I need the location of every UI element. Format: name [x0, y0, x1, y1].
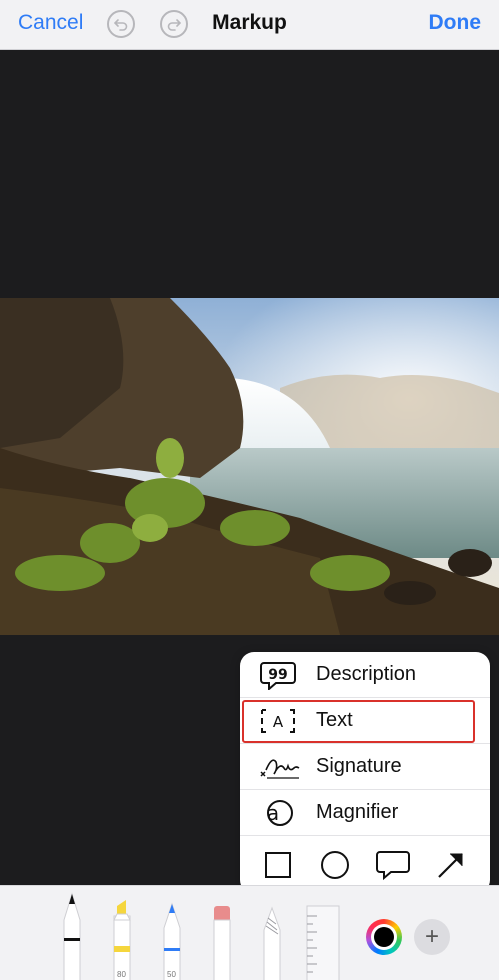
- magnifier-icon: a: [260, 798, 296, 828]
- done-button[interactable]: Done: [429, 11, 482, 35]
- menu-item-signature[interactable]: Signature: [240, 744, 490, 790]
- nav-bar: Cancel Markup Done: [0, 0, 499, 50]
- menu-item-label: Magnifier: [316, 801, 399, 823]
- pen-icon[interactable]: [58, 886, 86, 980]
- arrow-icon[interactable]: [435, 849, 467, 881]
- menu-item-magnifier[interactable]: a Magnifier: [240, 790, 490, 836]
- quote-bubble-icon: 99: [260, 660, 296, 692]
- circle-icon[interactable]: [319, 849, 351, 881]
- add-markup-button[interactable]: +: [414, 919, 450, 955]
- svg-text:a: a: [267, 801, 279, 825]
- pencil-width-label: 50: [167, 970, 176, 979]
- eraser-icon[interactable]: [208, 886, 236, 980]
- waterfall-landscape-photo[interactable]: [0, 298, 499, 635]
- plus-icon: +: [424, 923, 439, 950]
- ruler-icon[interactable]: [305, 886, 341, 980]
- selected-color-swatch: [374, 927, 394, 947]
- lasso-icon[interactable]: [258, 886, 286, 980]
- square-icon[interactable]: [262, 849, 294, 881]
- svg-text:99: 99: [268, 667, 287, 683]
- menu-item-label: Description: [316, 663, 417, 685]
- menu-item-description[interactable]: 99 Description: [240, 652, 490, 698]
- highlighter-icon[interactable]: 80: [108, 886, 136, 980]
- pencil-icon[interactable]: 50: [158, 886, 186, 980]
- speech-bubble-icon[interactable]: [376, 849, 410, 881]
- color-picker-icon[interactable]: [366, 919, 402, 955]
- add-markup-menu: 99 Description A Text Signature a Magnif…: [240, 652, 490, 906]
- highlighter-width-label: 80: [117, 970, 126, 979]
- menu-item-label: Signature: [316, 755, 402, 777]
- selection-highlight: [242, 700, 475, 743]
- page-title: Markup: [212, 11, 287, 34]
- signature-icon: [260, 752, 300, 782]
- markup-toolbar: 80 50 +: [0, 885, 499, 980]
